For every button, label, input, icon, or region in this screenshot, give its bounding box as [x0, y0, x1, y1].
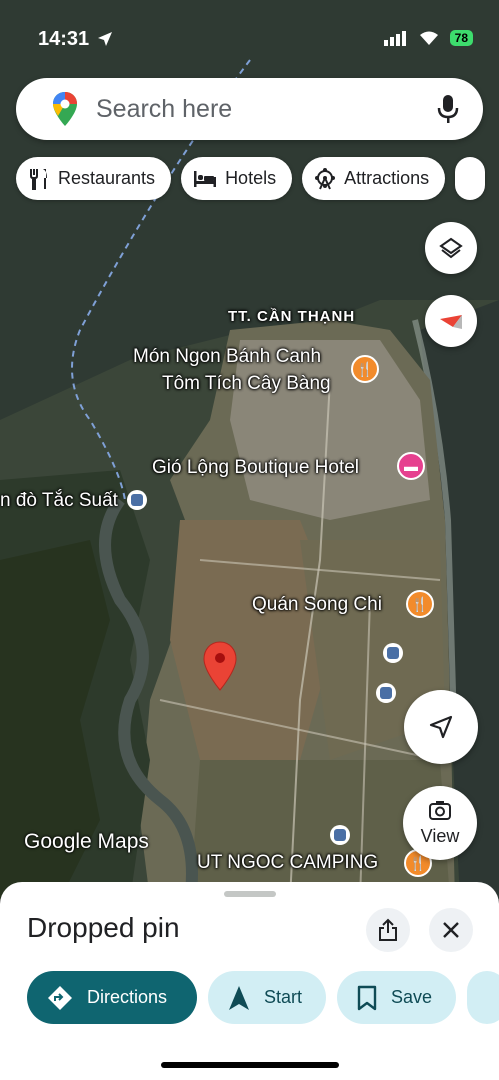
- place-title: Dropped pin: [27, 912, 180, 943]
- directions-label: Directions: [87, 987, 168, 1007]
- bottom-sheet[interactable]: Dropped pin Directions Start Save: [0, 882, 499, 1080]
- save-label: Save: [391, 987, 433, 1007]
- compass-button[interactable]: [425, 295, 477, 347]
- ferry-icon[interactable]: [127, 490, 147, 510]
- layers-button[interactable]: [425, 222, 477, 274]
- ferris-wheel-icon: [315, 167, 336, 189]
- poi-label-camping[interactable]: UT NGOC CAMPING: [197, 850, 378, 876]
- chip-attractions[interactable]: Attractions: [302, 157, 446, 200]
- poi-label-ferry[interactable]: n đò Tắc Suất: [0, 488, 118, 514]
- poi-label-hotel[interactable]: Gió Lộng Boutique Hotel: [152, 455, 359, 481]
- poi-label-restaurant-1-line2[interactable]: Tôm Tích Cây Bàng: [162, 371, 331, 397]
- share-icon: [379, 918, 397, 941]
- search-bar[interactable]: Search here: [16, 78, 483, 140]
- location-arrow-icon: [98, 32, 112, 46]
- bus-stop-icon[interactable]: [376, 683, 396, 703]
- compass-icon: [440, 315, 462, 329]
- status-icons: 78: [383, 30, 473, 46]
- cellular-signal-icon: [383, 31, 406, 46]
- layers-icon: [439, 237, 463, 259]
- chip-restaurants[interactable]: Restaurants: [16, 157, 172, 200]
- battery-indicator: 78: [449, 30, 473, 46]
- bookmark-icon: [357, 985, 377, 1010]
- bed-icon: [194, 170, 217, 187]
- status-time: 14:31: [38, 28, 90, 50]
- camera-360-icon: [429, 800, 451, 820]
- start-button[interactable]: Start: [208, 971, 327, 1024]
- google-maps-pin-logo-icon: [53, 92, 77, 126]
- action-buttons: Directions Start Save: [27, 971, 499, 1024]
- chip-hotels[interactable]: Hotels: [181, 157, 293, 200]
- drag-handle[interactable]: [224, 891, 276, 897]
- google-maps-logo: Google Maps: [24, 830, 149, 853]
- navigation-start-icon: [229, 985, 249, 1010]
- street-view-button[interactable]: View: [403, 786, 477, 860]
- poi-label-restaurant-1-line1[interactable]: Món Ngon Bánh Canh: [133, 344, 321, 370]
- view-label: View: [420, 825, 460, 846]
- directions-icon: [48, 985, 72, 1010]
- fork-knife-icon: [30, 168, 47, 190]
- close-icon: [443, 922, 459, 938]
- bus-stop-icon[interactable]: [330, 825, 350, 845]
- poi-label-restaurant-2[interactable]: Quán Song Chi: [252, 592, 382, 618]
- wifi-icon: [419, 31, 438, 45]
- fork-knife-icon[interactable]: 🍴: [351, 355, 379, 383]
- share-button[interactable]: [366, 908, 410, 952]
- navigation-arrow-icon: [429, 715, 453, 739]
- close-button[interactable]: [429, 908, 473, 952]
- my-location-button[interactable]: [404, 690, 478, 764]
- chip-label: Restaurants: [58, 168, 156, 188]
- bus-stop-icon[interactable]: [383, 643, 403, 663]
- home-indicator[interactable]: [161, 1062, 339, 1068]
- fork-knife-icon[interactable]: 🍴: [406, 590, 434, 618]
- directions-button[interactable]: Directions: [27, 971, 197, 1024]
- bed-icon[interactable]: ▬: [397, 452, 425, 480]
- town-label: TT. CẦN THẠNH: [228, 308, 356, 325]
- category-chips: Restaurants Hotels Attractions: [16, 157, 499, 201]
- chip-label: Attractions: [344, 168, 430, 188]
- start-label: Start: [264, 987, 303, 1007]
- chip-label: Hotels: [225, 168, 277, 188]
- more-action-button[interactable]: [467, 971, 499, 1024]
- save-button[interactable]: Save: [337, 971, 457, 1024]
- microphone-icon[interactable]: [437, 94, 459, 124]
- status-bar: 14:31 78: [0, 0, 499, 60]
- dropped-pin-icon[interactable]: [202, 640, 238, 692]
- search-input[interactable]: Search here: [96, 95, 232, 124]
- chip-more[interactable]: [455, 157, 486, 200]
